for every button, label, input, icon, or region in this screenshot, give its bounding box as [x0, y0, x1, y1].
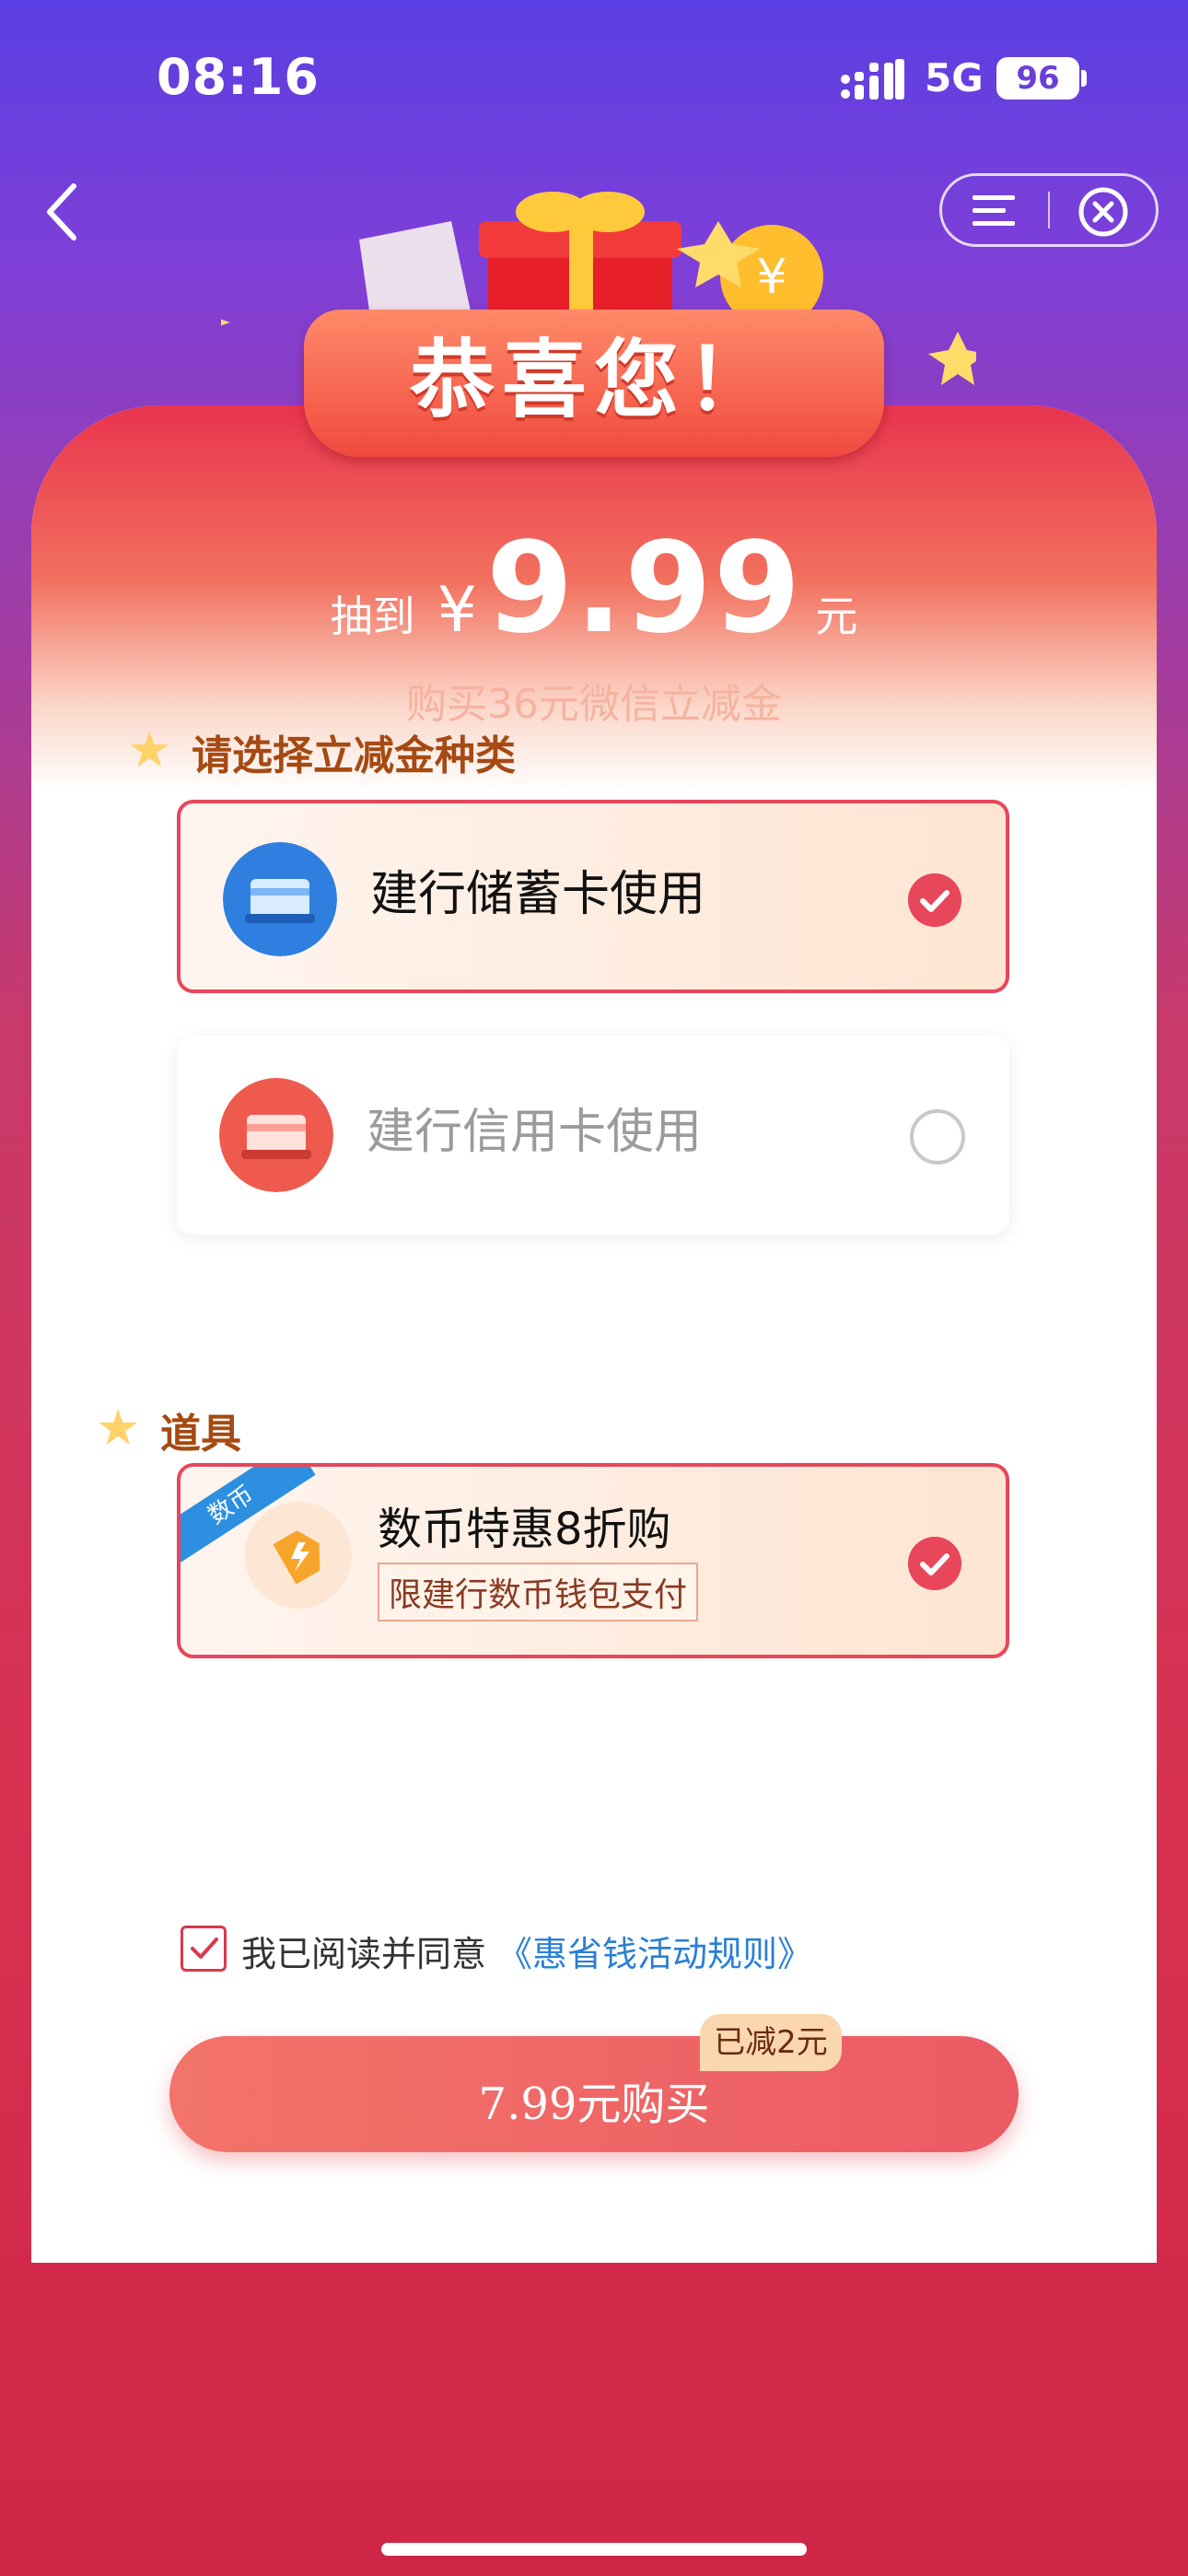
tool-title: 数币特惠8折购 [378, 1504, 671, 1555]
credit-card-icon [219, 1078, 333, 1192]
check-selected-icon [908, 1537, 961, 1590]
banner-title: 恭喜您！ [409, 331, 778, 429]
star-icon: ★ [127, 720, 172, 779]
prize-amount-row: 抽到 ¥9.99 元 [0, 516, 1188, 662]
battery-indicator: 96 [996, 57, 1079, 100]
star-icon: ★ [96, 1399, 141, 1457]
signal-icon [841, 59, 904, 100]
option-label: 建行信用卡使用 [367, 1105, 703, 1160]
check-unselected-icon [910, 1109, 965, 1165]
buy-button-label: 7.99元购买 [478, 2078, 710, 2130]
option-label: 建行储蓄卡使用 [370, 867, 706, 922]
back-button[interactable] [37, 175, 92, 249]
rules-link[interactable]: 《惠省钱活动规则》 [497, 1926, 812, 1976]
agreement-text: 我已阅读并同意 [241, 1934, 487, 1974]
capsule-divider [1048, 192, 1050, 228]
network-type: 5G [925, 55, 984, 100]
close-circle-icon[interactable] [1076, 184, 1131, 240]
debit-card-icon [223, 842, 337, 956]
tool-digital-currency-discount[interactable]: 数币 数币特惠8折购 限建行数币钱包支付 [177, 1463, 1009, 1658]
prize-prefix: 抽到 [330, 591, 415, 641]
prize-description: 购买36元微信立减金 [406, 681, 782, 728]
discount-badge: 已减2元 [700, 2014, 842, 2071]
option-debit-card[interactable]: 建行储蓄卡使用 [177, 800, 1009, 993]
prize-currency: ¥ [437, 574, 477, 647]
battery-tip [1081, 70, 1087, 87]
section-title-tools: 道具 [160, 1411, 241, 1458]
svg-text:¥: ¥ [756, 250, 786, 305]
agreement-checkbox[interactable] [181, 1926, 227, 1972]
section-title-voucher-type: 请选择立减金种类 [192, 732, 516, 779]
home-indicator [381, 2543, 807, 2556]
price-tag-icon [245, 1502, 352, 1609]
tool-subtitle: 限建行数币钱包支付 [378, 1563, 699, 1622]
prize-amount: 9.99 [485, 516, 803, 662]
menu-icon[interactable] [969, 190, 1019, 232]
option-credit-card[interactable]: 建行信用卡使用 [177, 1036, 1009, 1235]
status-time: 08:16 [157, 48, 320, 106]
prize-unit: 元 [815, 591, 858, 641]
check-selected-icon [908, 873, 961, 927]
